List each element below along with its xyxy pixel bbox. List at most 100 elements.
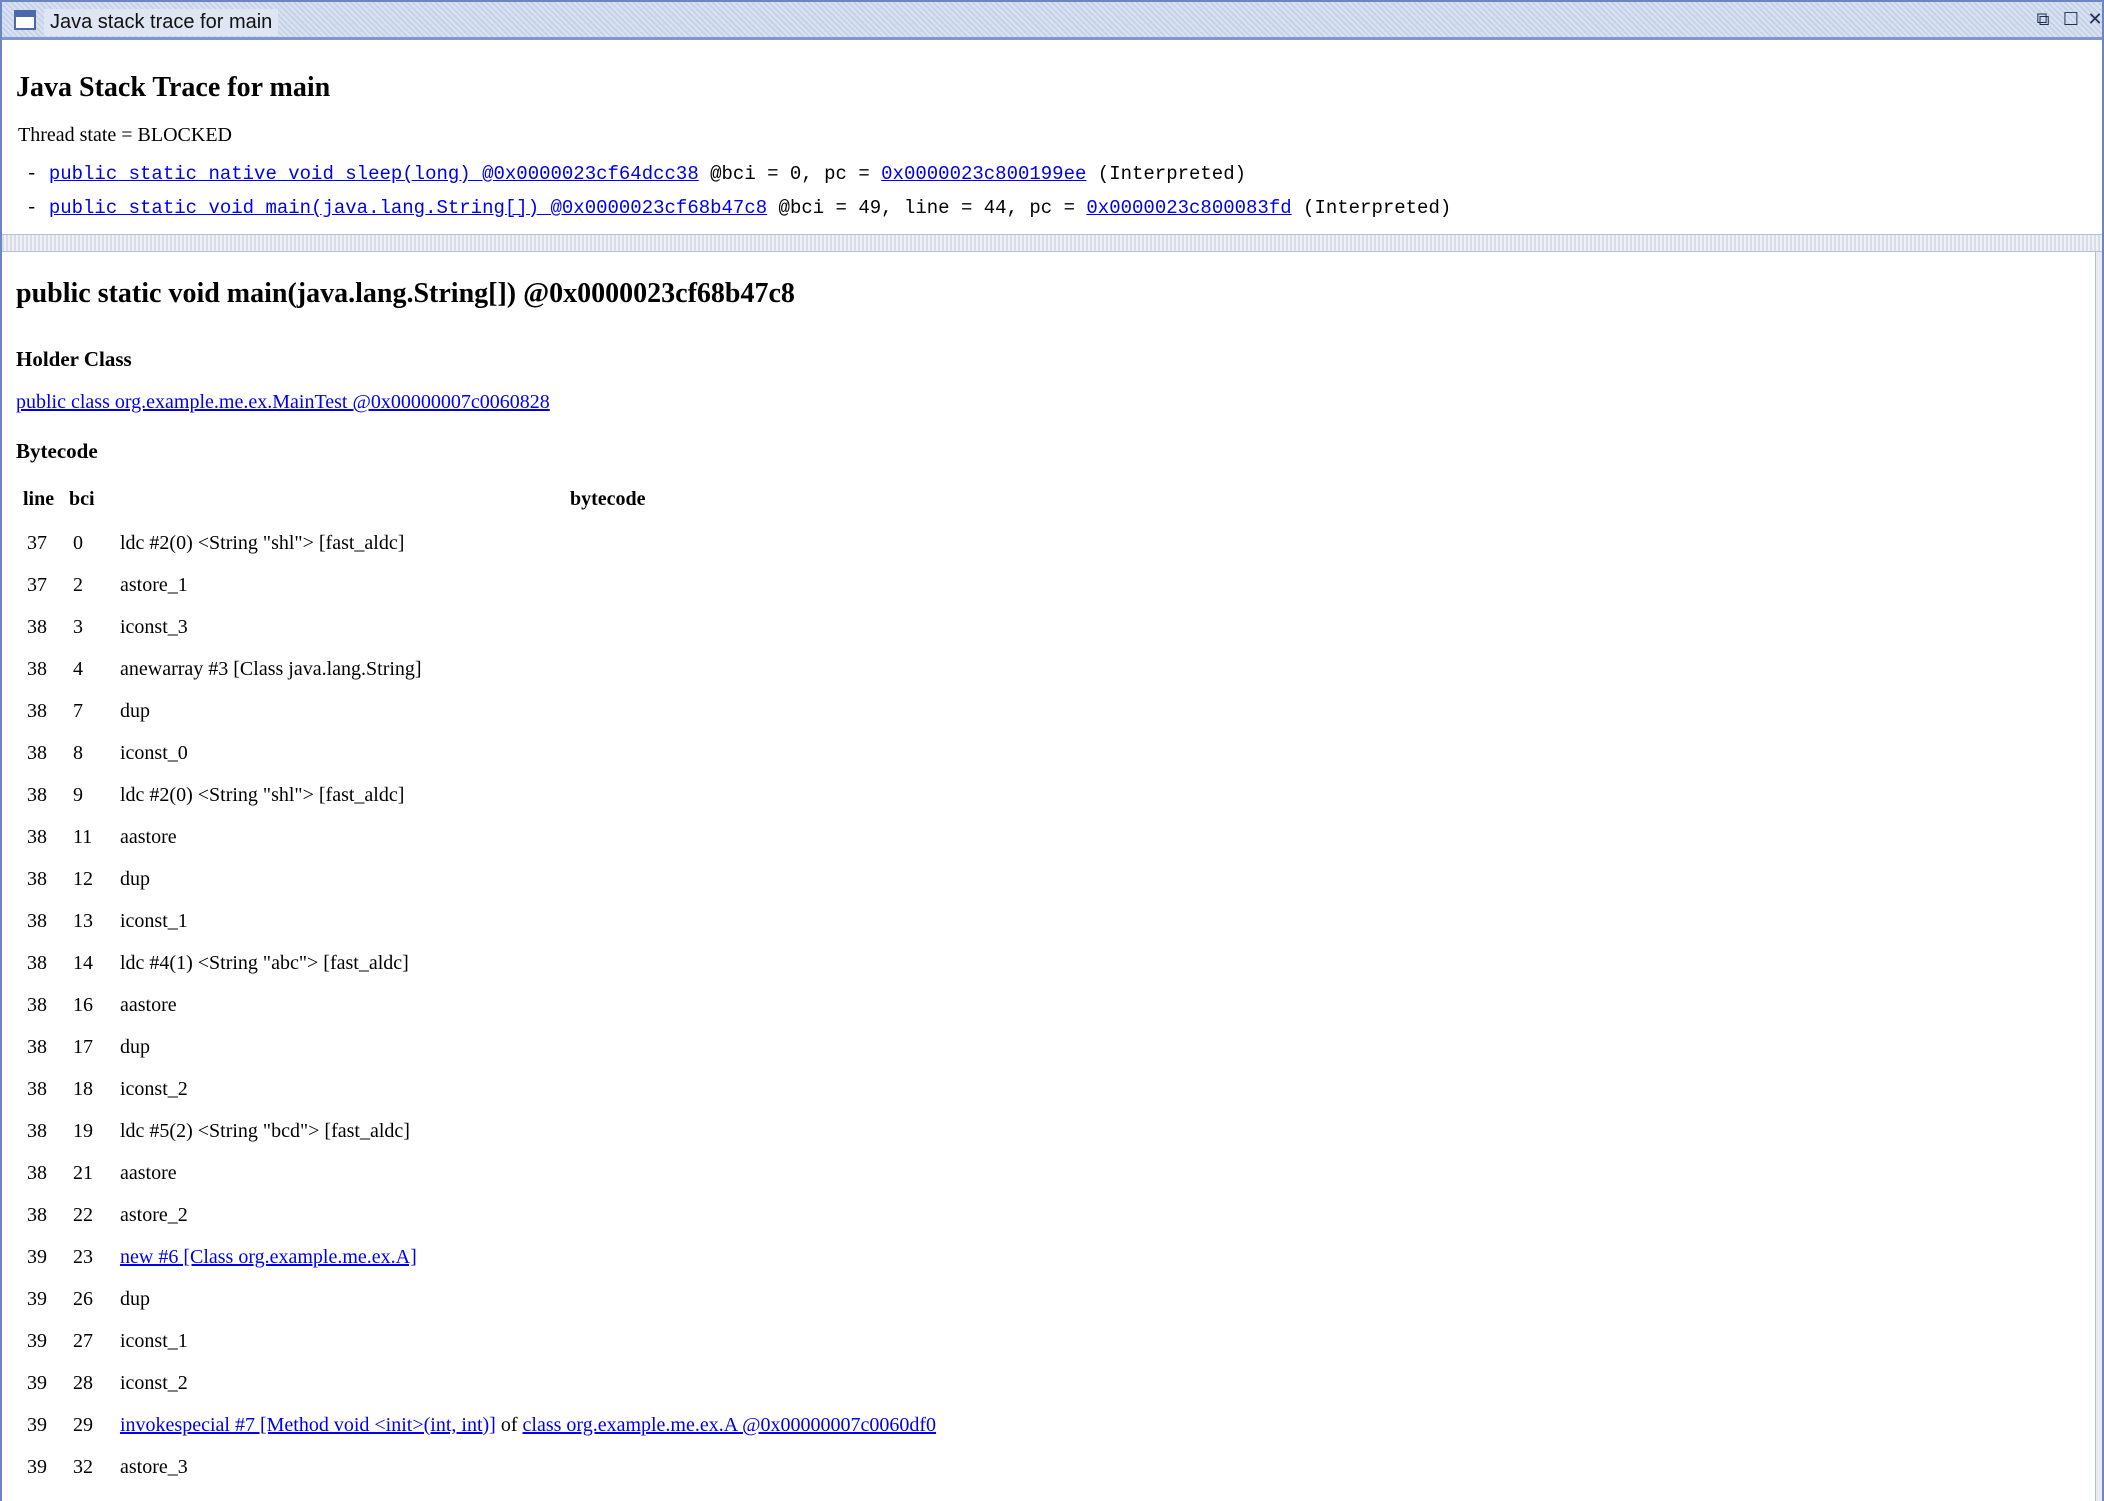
row-line: 39 [27,1372,47,1394]
thread-state: Thread state = BLOCKED [18,124,233,146]
row-bytecode: iconst_3 [120,616,188,638]
row-line: 38 [27,994,47,1016]
frame-pc-link[interactable]: 0x0000023c800083fd [1086,197,1291,219]
row-bytecode: ldc #2(0) <String "shl"> [fast_aldc] [120,784,405,806]
holder-class-link[interactable]: public class org.example.me.ex.MainTest … [16,391,550,414]
row-line: 38 [27,700,47,722]
frame-info: @bci = 49, line = 44, pc = [767,197,1087,219]
row-line: 37 [27,574,47,596]
row-bytecode: astore_3 [120,1456,188,1478]
row-line: 38 [27,1120,47,1142]
row-line: 38 [27,952,47,974]
row-line: 38 [27,1078,47,1100]
row-bytecode: iconst_2 [120,1372,188,1394]
row-line: 38 [27,616,47,638]
row-bci: 9 [73,784,83,806]
maximize-icon[interactable]: ☐ [2060,10,2082,30]
row-line: 38 [27,1204,47,1226]
window-title: Java stack trace for main [44,9,279,36]
row-bci: 13 [73,910,93,932]
row-bytecode: new #6 [Class org.example.me.ex.A] [120,1246,417,1269]
row-line: 38 [27,826,47,848]
row-bytecode: astore_2 [120,1204,188,1226]
column-header-bytecode: bytecode [570,488,646,510]
row-bci: 7 [73,700,83,722]
row-bci: 8 [73,742,83,764]
row-bytecode: iconst_2 [120,1078,188,1100]
row-line: 39 [27,1414,47,1436]
stack-frame-0: - public static native void sleep(long) … [26,163,1246,185]
frame-method-link[interactable]: public static void main(java.lang.String… [49,197,767,219]
stack-trace-window: Java stack trace for main ⧉ ☐ ✕ Java Sta… [0,0,2104,1501]
row-line: 38 [27,1036,47,1058]
row-line: 39 [27,1288,47,1310]
row-bci: 18 [73,1078,93,1100]
row-bytecode: invokespecial #7 [Method void <init>(int… [120,1414,936,1437]
row-bci: 29 [73,1414,93,1436]
row-bytecode: dup [120,700,150,722]
frame-prefix: - [26,197,49,219]
row-bci: 22 [73,1204,93,1226]
row-bci: 17 [73,1036,93,1058]
frame-info: @bci = 0, pc = [698,163,882,185]
method-title: public static void main(java.lang.String… [16,278,795,309]
close-icon[interactable]: ✕ [2084,10,2104,30]
row-line: 38 [27,742,47,764]
row-bytecode: anewarray #3 [Class java.lang.String] [120,658,422,680]
row-line: 38 [27,658,47,680]
row-line: 38 [27,910,47,932]
row-bytecode: aastore [120,994,177,1016]
row-line: 38 [27,1162,47,1184]
row-bci: 16 [73,994,93,1016]
row-bytecode: aastore [120,826,177,848]
row-line: 39 [27,1330,47,1352]
row-line: 37 [27,532,47,554]
split-pane-divider[interactable] [2,234,2102,252]
row-line: 38 [27,868,47,890]
row-bytecode: iconst_1 [120,910,188,932]
restore-icon[interactable]: ⧉ [2032,10,2054,30]
row-bytecode: dup [120,1036,150,1058]
bytecode-label: Bytecode [16,439,98,463]
bytecode-link[interactable]: invokespecial #7 [Method void <init>(int… [120,1414,496,1436]
column-header-line: line [23,488,55,510]
stack-frame-1: - public static void main(java.lang.Stri… [26,197,1451,219]
window-titlebar[interactable]: Java stack trace for main ⧉ ☐ ✕ [2,2,2104,40]
holder-class-label: Holder Class [16,347,132,371]
row-bci: 4 [73,658,83,680]
row-bytecode: dup [120,868,150,890]
row-bci: 14 [73,952,93,974]
row-bci: 21 [73,1162,93,1184]
column-header-bci: bci [69,488,95,510]
frame-mode: (Interpreted) [1291,197,1452,219]
row-bci: 12 [73,868,93,890]
row-bci: 11 [73,826,93,848]
page-title: Java Stack Trace for main [16,72,331,103]
row-line: 39 [27,1246,47,1268]
class-link[interactable]: class org.example.me.ex.A @0x00000007c00… [523,1414,937,1436]
frame-pc-link[interactable]: 0x0000023c800199ee [881,163,1086,185]
row-bci: 23 [73,1246,93,1268]
row-bci: 27 [73,1330,93,1352]
row-line: 38 [27,784,47,806]
row-bci: 0 [73,532,83,554]
method-detail-pane: public static void main(java.lang.String… [2,252,2102,1501]
frame-mode: (Interpreted) [1086,163,1247,185]
row-bci: 28 [73,1372,93,1394]
frame-method-link[interactable]: public static native void sleep(long) @0… [49,163,699,185]
row-bytecode: iconst_0 [120,742,188,764]
vertical-scrollbar[interactable] [2095,252,2102,1501]
row-bytecode: iconst_1 [120,1330,188,1352]
row-bytecode: ldc #2(0) <String "shl"> [fast_aldc] [120,532,405,554]
row-bci: 26 [73,1288,93,1310]
frame-prefix: - [26,163,49,185]
bytecode-link[interactable]: new #6 [Class org.example.me.ex.A] [120,1246,417,1268]
row-bytecode: ldc #5(2) <String "bcd"> [fast_aldc] [120,1120,410,1142]
row-bytecode: ldc #4(1) <String "abc"> [fast_aldc] [120,952,409,974]
row-bytecode: dup [120,1288,150,1310]
bytecode-text: of [495,1414,523,1436]
stack-trace-pane: Java Stack Trace for main Thread state =… [2,40,2102,234]
row-bci: 32 [73,1456,93,1478]
row-line: 39 [27,1456,47,1478]
row-bci: 2 [73,574,83,596]
